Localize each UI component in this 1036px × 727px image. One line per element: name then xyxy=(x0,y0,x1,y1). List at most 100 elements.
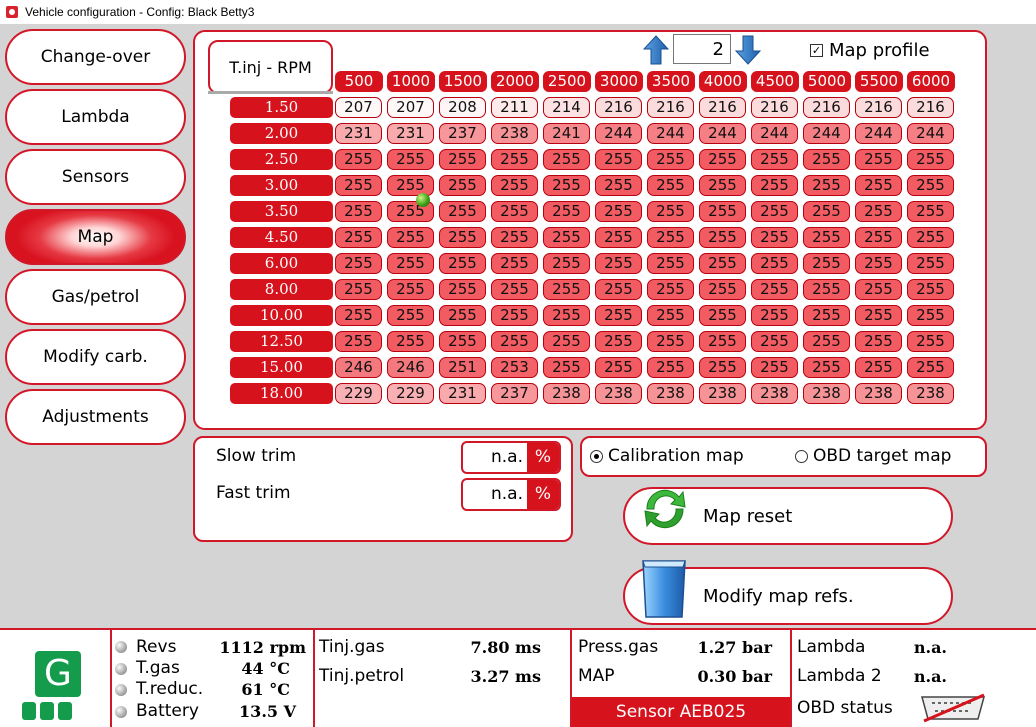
map-cell[interactable]: 255 xyxy=(647,201,694,222)
map-cell[interactable]: 216 xyxy=(595,97,642,118)
map-cell[interactable]: 246 xyxy=(387,357,434,378)
map-cell[interactable]: 255 xyxy=(543,175,590,196)
map-cell[interactable]: 255 xyxy=(543,305,590,326)
map-cell[interactable]: 238 xyxy=(907,383,954,404)
map-cell[interactable]: 229 xyxy=(335,383,382,404)
map-cell[interactable]: 255 xyxy=(855,201,902,222)
map-cell[interactable]: 255 xyxy=(699,149,746,170)
map-cell[interactable]: 255 xyxy=(439,175,486,196)
checkbox-icon[interactable]: ✓ xyxy=(810,44,823,57)
map-cell[interactable]: 255 xyxy=(855,331,902,352)
nav-adjustments-button[interactable]: Adjustments xyxy=(5,389,186,445)
map-cell[interactable]: 255 xyxy=(647,175,694,196)
map-cell[interactable]: 255 xyxy=(751,227,798,248)
map-cell[interactable]: 255 xyxy=(543,149,590,170)
map-cell[interactable]: 255 xyxy=(803,253,850,274)
map-cell[interactable]: 255 xyxy=(491,201,538,222)
map-cell[interactable]: 255 xyxy=(491,279,538,300)
map-cell[interactable]: 255 xyxy=(699,279,746,300)
map-cell[interactable]: 255 xyxy=(855,279,902,300)
map-cell[interactable]: 255 xyxy=(751,279,798,300)
map-cell[interactable]: 255 xyxy=(491,331,538,352)
map-cell[interactable]: 255 xyxy=(543,201,590,222)
map-cell[interactable]: 255 xyxy=(647,279,694,300)
map-cell[interactable]: 255 xyxy=(543,357,590,378)
map-cell[interactable]: 211 xyxy=(491,97,538,118)
nav-gas-petrol-button[interactable]: Gas/petrol xyxy=(5,269,186,325)
map-cell[interactable]: 238 xyxy=(699,383,746,404)
map-cell[interactable]: 255 xyxy=(647,305,694,326)
map-cell[interactable]: 216 xyxy=(855,97,902,118)
map-cell[interactable]: 255 xyxy=(699,201,746,222)
map-cell[interactable]: 255 xyxy=(803,331,850,352)
map-cell[interactable]: 231 xyxy=(335,123,382,144)
map-cell[interactable]: 255 xyxy=(751,149,798,170)
map-cell[interactable]: 255 xyxy=(751,201,798,222)
map-cell[interactable]: 255 xyxy=(647,149,694,170)
map-cell[interactable]: 255 xyxy=(907,331,954,352)
map-cell[interactable]: 231 xyxy=(387,123,434,144)
map-cell[interactable]: 238 xyxy=(855,383,902,404)
nav-lambda-button[interactable]: Lambda xyxy=(5,89,186,145)
map-cell[interactable]: 255 xyxy=(699,305,746,326)
map-cell[interactable]: 238 xyxy=(803,383,850,404)
map-cell[interactable]: 255 xyxy=(439,201,486,222)
map-cell[interactable]: 237 xyxy=(491,383,538,404)
map-cell[interactable]: 255 xyxy=(439,279,486,300)
map-cell[interactable]: 255 xyxy=(699,175,746,196)
map-cell[interactable]: 244 xyxy=(907,123,954,144)
map-cell[interactable]: 255 xyxy=(803,305,850,326)
profile-number-input[interactable]: 2 xyxy=(673,34,731,64)
map-cell[interactable]: 255 xyxy=(855,253,902,274)
map-cell[interactable]: 255 xyxy=(491,149,538,170)
map-cell[interactable]: 255 xyxy=(491,253,538,274)
map-cell[interactable]: 255 xyxy=(439,227,486,248)
map-cell[interactable]: 255 xyxy=(543,253,590,274)
map-cell[interactable]: 244 xyxy=(595,123,642,144)
map-cell[interactable]: 255 xyxy=(699,357,746,378)
map-cell[interactable]: 255 xyxy=(907,227,954,248)
map-cell[interactable]: 255 xyxy=(595,227,642,248)
map-cell[interactable]: 255 xyxy=(855,175,902,196)
map-cell[interactable]: 237 xyxy=(439,123,486,144)
map-cell[interactable]: 207 xyxy=(335,97,382,118)
calibration-map-radio[interactable]: Calibration map xyxy=(590,446,744,466)
radio-icon[interactable] xyxy=(795,449,808,463)
map-cell[interactable]: 255 xyxy=(387,279,434,300)
map-cell[interactable]: 255 xyxy=(855,357,902,378)
map-cell[interactable]: 244 xyxy=(647,123,694,144)
map-cell[interactable]: 214 xyxy=(543,97,590,118)
map-cell[interactable]: 255 xyxy=(491,227,538,248)
map-cell[interactable]: 255 xyxy=(439,331,486,352)
map-cell[interactable]: 255 xyxy=(543,227,590,248)
map-cell[interactable]: 255 xyxy=(803,357,850,378)
map-cell[interactable]: 255 xyxy=(751,357,798,378)
map-cell[interactable]: 216 xyxy=(803,97,850,118)
map-cell[interactable]: 255 xyxy=(647,253,694,274)
map-cell[interactable]: 255 xyxy=(647,227,694,248)
map-cell[interactable]: 255 xyxy=(595,175,642,196)
map-cell[interactable]: 255 xyxy=(595,331,642,352)
map-cell[interactable]: 255 xyxy=(491,305,538,326)
map-cell[interactable]: 255 xyxy=(647,357,694,378)
map-cell[interactable]: 255 xyxy=(907,305,954,326)
map-profile-checkbox[interactable]: ✓ Map profile xyxy=(810,40,930,61)
map-cell[interactable]: 255 xyxy=(751,305,798,326)
map-cell[interactable]: 255 xyxy=(335,305,382,326)
map-cell[interactable]: 255 xyxy=(803,227,850,248)
map-cell[interactable]: 255 xyxy=(595,279,642,300)
map-cell[interactable]: 255 xyxy=(491,175,538,196)
map-cell[interactable]: 255 xyxy=(543,331,590,352)
map-cell[interactable]: 216 xyxy=(907,97,954,118)
map-cell[interactable]: 238 xyxy=(491,123,538,144)
map-cell[interactable]: 255 xyxy=(595,357,642,378)
map-cell[interactable]: 255 xyxy=(387,253,434,274)
map-cell[interactable]: 255 xyxy=(751,175,798,196)
map-cell[interactable]: 255 xyxy=(387,227,434,248)
map-cell[interactable]: 255 xyxy=(335,279,382,300)
map-cell[interactable]: 238 xyxy=(543,383,590,404)
obd-target-map-radio[interactable]: OBD target map xyxy=(795,446,951,466)
map-cell[interactable]: 255 xyxy=(387,149,434,170)
map-cell[interactable]: 255 xyxy=(907,175,954,196)
radio-selected-icon[interactable] xyxy=(590,449,603,463)
